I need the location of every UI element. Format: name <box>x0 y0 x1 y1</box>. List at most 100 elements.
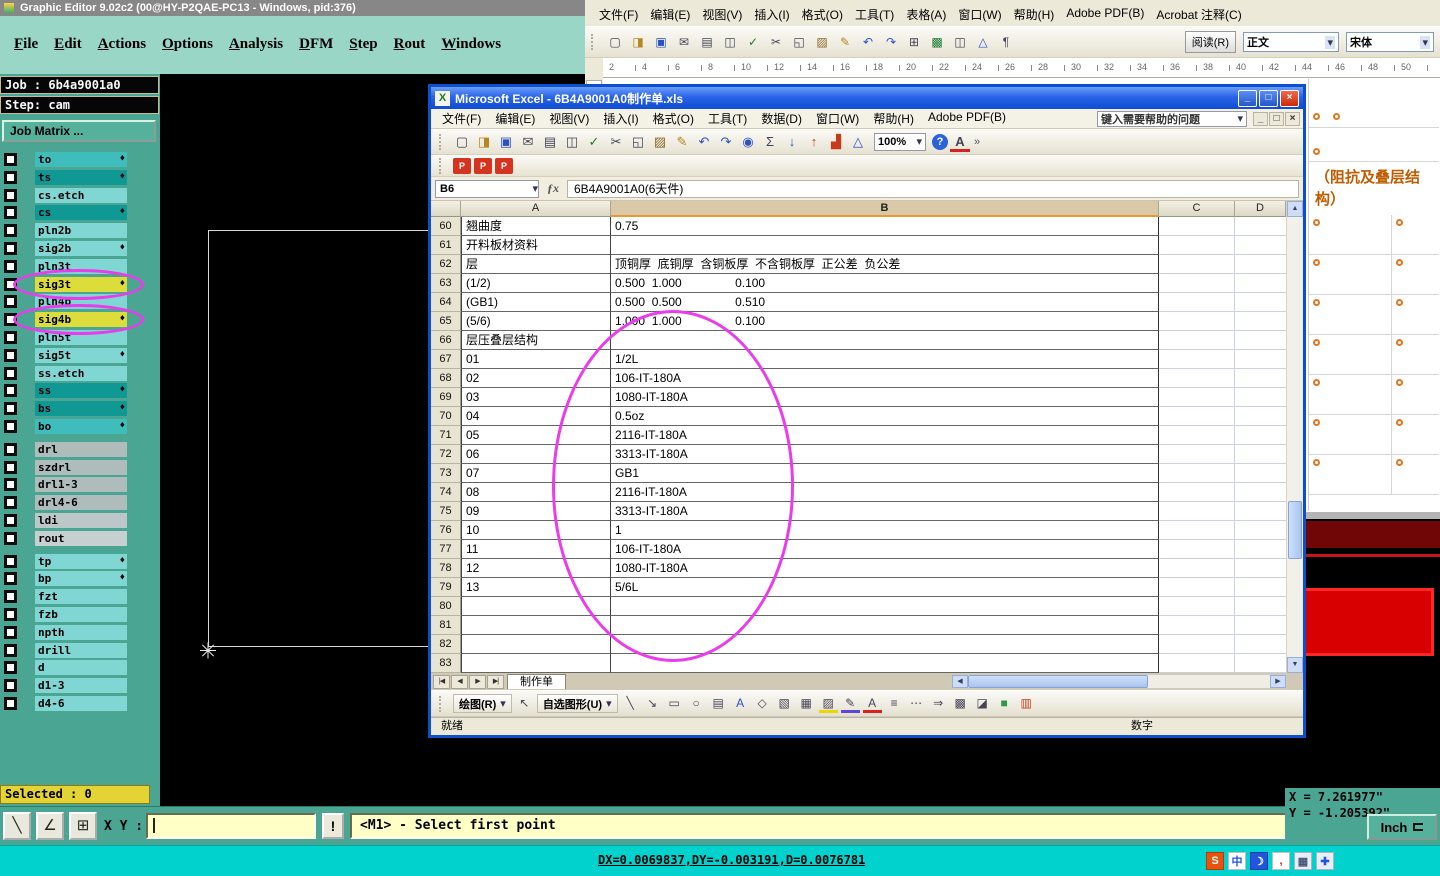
chevron-down-icon[interactable]: ▾ <box>606 697 612 710</box>
cell-A60[interactable]: 翘曲度 <box>461 217 611 236</box>
mail-icon[interactable]: ✉ <box>674 32 694 52</box>
cell-D62[interactable] <box>1235 255 1286 274</box>
ge-menu-edit[interactable]: Edit <box>54 36 82 53</box>
select-all-corner[interactable] <box>431 201 461 217</box>
row-header-76[interactable]: 76 <box>431 521 461 540</box>
cell-B77[interactable]: 106-IT-180A <box>611 540 1159 559</box>
ge-menu-step[interactable]: Step <box>349 36 377 53</box>
word-menu-window[interactable]: 窗口(W) <box>952 6 1007 23</box>
cell-C72[interactable] <box>1159 445 1235 464</box>
acrobat-pdf-review-icon[interactable]: P <box>495 157 513 174</box>
word-menu-insert[interactable]: 插入(I) <box>748 6 795 23</box>
layer-checkbox-pln3t[interactable] <box>4 259 17 273</box>
vertical-scrollbar[interactable]: ▲ ▼ <box>1286 201 1303 673</box>
new-document-icon[interactable]: ▢ <box>605 32 625 52</box>
sort-descending-icon[interactable]: ↑ <box>804 132 824 152</box>
word-menu-adobe-pdf[interactable]: Adobe PDF(B) <box>1060 6 1150 23</box>
cell-C81[interactable] <box>1159 616 1235 635</box>
sort-ascending-icon[interactable]: ↓ <box>782 132 802 152</box>
cell-C64[interactable] <box>1159 293 1235 312</box>
layer-item-drill[interactable]: drill <box>35 642 127 658</box>
chevron-down-icon[interactable]: ▾ <box>500 697 506 710</box>
scroll-right-icon[interactable]: ▶ <box>1270 675 1286 688</box>
sheet-restore-button[interactable]: □ <box>1269 111 1284 126</box>
paste-icon[interactable]: ▨ <box>650 132 670 152</box>
line-color-icon[interactable]: ✎ <box>841 694 860 713</box>
layer-checkbox-drl4-6[interactable] <box>4 496 17 510</box>
layer-checkbox-d[interactable] <box>4 661 17 675</box>
cell-B79[interactable]: 5/6L <box>611 578 1159 597</box>
copy-icon[interactable]: ◱ <box>628 132 648 152</box>
layer-item-d1-3[interactable]: d1-3 <box>35 678 127 694</box>
print-preview-icon[interactable]: ◫ <box>720 32 740 52</box>
cell-C61[interactable] <box>1159 236 1235 255</box>
excel-menu-help[interactable]: 帮助(H) <box>866 110 921 127</box>
ge-menu-options[interactable]: Options <box>162 36 213 53</box>
cell-B64[interactable]: 0.500 0.500 0.510 <box>611 293 1159 312</box>
word-menu-format[interactable]: 格式(O) <box>796 6 849 23</box>
layer-item-tp[interactable]: tp ♦ <box>35 553 127 569</box>
row-header-81[interactable]: 81 <box>431 616 461 635</box>
layer-checkbox-tp[interactable] <box>4 554 17 568</box>
cell-B70[interactable]: 0.5oz <box>611 407 1159 426</box>
cell-B81[interactable] <box>611 616 1159 635</box>
layer-item-sig3t[interactable]: sig3t ♦ <box>35 276 127 292</box>
layer-item-to[interactable]: to ♦ <box>35 152 127 167</box>
ge-menu-analysis[interactable]: Analysis <box>229 36 283 53</box>
cell-C76[interactable] <box>1159 521 1235 540</box>
cell-A68[interactable]: 02 <box>461 369 611 388</box>
format-painter-icon[interactable]: ✎ <box>672 132 692 152</box>
diagram-icon[interactable]: ◇ <box>753 694 772 713</box>
row-header-71[interactable]: 71 <box>431 426 461 445</box>
cell-D69[interactable] <box>1235 388 1286 407</box>
cell-D80[interactable] <box>1235 597 1286 616</box>
row-header-61[interactable]: 61 <box>431 236 461 255</box>
undo-icon[interactable]: ↶ <box>858 32 878 52</box>
cell-C82[interactable] <box>1159 635 1235 654</box>
chart-wizard-icon[interactable]: ▟ <box>826 132 846 152</box>
row-header-80[interactable]: 80 <box>431 597 461 616</box>
scrollbar-thumb[interactable] <box>1288 501 1302 559</box>
layer-checkbox-pln4b[interactable] <box>4 295 17 309</box>
zoom-combo[interactable]: 100% ▾ <box>874 132 926 151</box>
row-header-68[interactable]: 68 <box>431 369 461 388</box>
threed-icon[interactable]: ◪ <box>973 694 992 713</box>
layer-checkbox-npth[interactable] <box>4 625 17 639</box>
xy-input[interactable] <box>146 813 316 839</box>
cell-B73[interactable]: GB1 <box>611 464 1159 483</box>
layer-checkbox-pln5t[interactable] <box>4 331 17 344</box>
cell-C67[interactable] <box>1159 350 1235 369</box>
cell-C74[interactable] <box>1159 483 1235 502</box>
layer-checkbox-sig5t[interactable] <box>4 348 17 362</box>
layer-checkbox-d1-3[interactable] <box>4 679 17 693</box>
cell-B61[interactable] <box>611 236 1159 255</box>
spelling-icon[interactable]: ✓ <box>743 32 763 52</box>
cell-A83[interactable] <box>461 654 611 673</box>
cell-C62[interactable] <box>1159 255 1235 274</box>
last-sheet-icon[interactable]: ▶| <box>487 674 504 689</box>
row-header-83[interactable]: 83 <box>431 654 461 673</box>
excel-menu-insert[interactable]: 插入(I) <box>596 110 645 127</box>
scroll-up-icon[interactable]: ▲ <box>1287 201 1303 217</box>
columns-icon[interactable]: ◫ <box>950 32 970 52</box>
cell-C73[interactable] <box>1159 464 1235 483</box>
layer-item-cs.etch[interactable]: cs.etch <box>35 187 127 203</box>
row-header-78[interactable]: 78 <box>431 559 461 578</box>
layer-item-d4-6[interactable]: d4-6 <box>35 696 127 711</box>
minimize-button[interactable]: _ <box>1238 89 1257 107</box>
cell-D65[interactable] <box>1235 312 1286 331</box>
cell-B63[interactable]: 0.500 1.000 0.100 <box>611 274 1159 293</box>
row-header-66[interactable]: 66 <box>431 331 461 350</box>
draw-menu-button[interactable]: 绘图(R) ▾ <box>453 694 512 713</box>
cell-C77[interactable] <box>1159 540 1235 559</box>
excel-menu-window[interactable]: 窗口(W) <box>809 110 866 127</box>
layer-item-sig4b[interactable]: sig4b ♦ <box>35 312 127 328</box>
mail-icon[interactable]: ✉ <box>518 132 538 152</box>
format-painter-icon[interactable]: ✎ <box>835 32 855 52</box>
select-pointer-icon[interactable]: ↖ <box>515 694 534 713</box>
wordart-icon[interactable]: A <box>731 694 750 713</box>
cell-A64[interactable]: (GB1) <box>461 293 611 312</box>
layer-item-ldi[interactable]: ldi <box>35 513 127 528</box>
textbox-icon[interactable]: ▤ <box>709 694 728 713</box>
column-header-A[interactable]: A <box>461 201 611 217</box>
